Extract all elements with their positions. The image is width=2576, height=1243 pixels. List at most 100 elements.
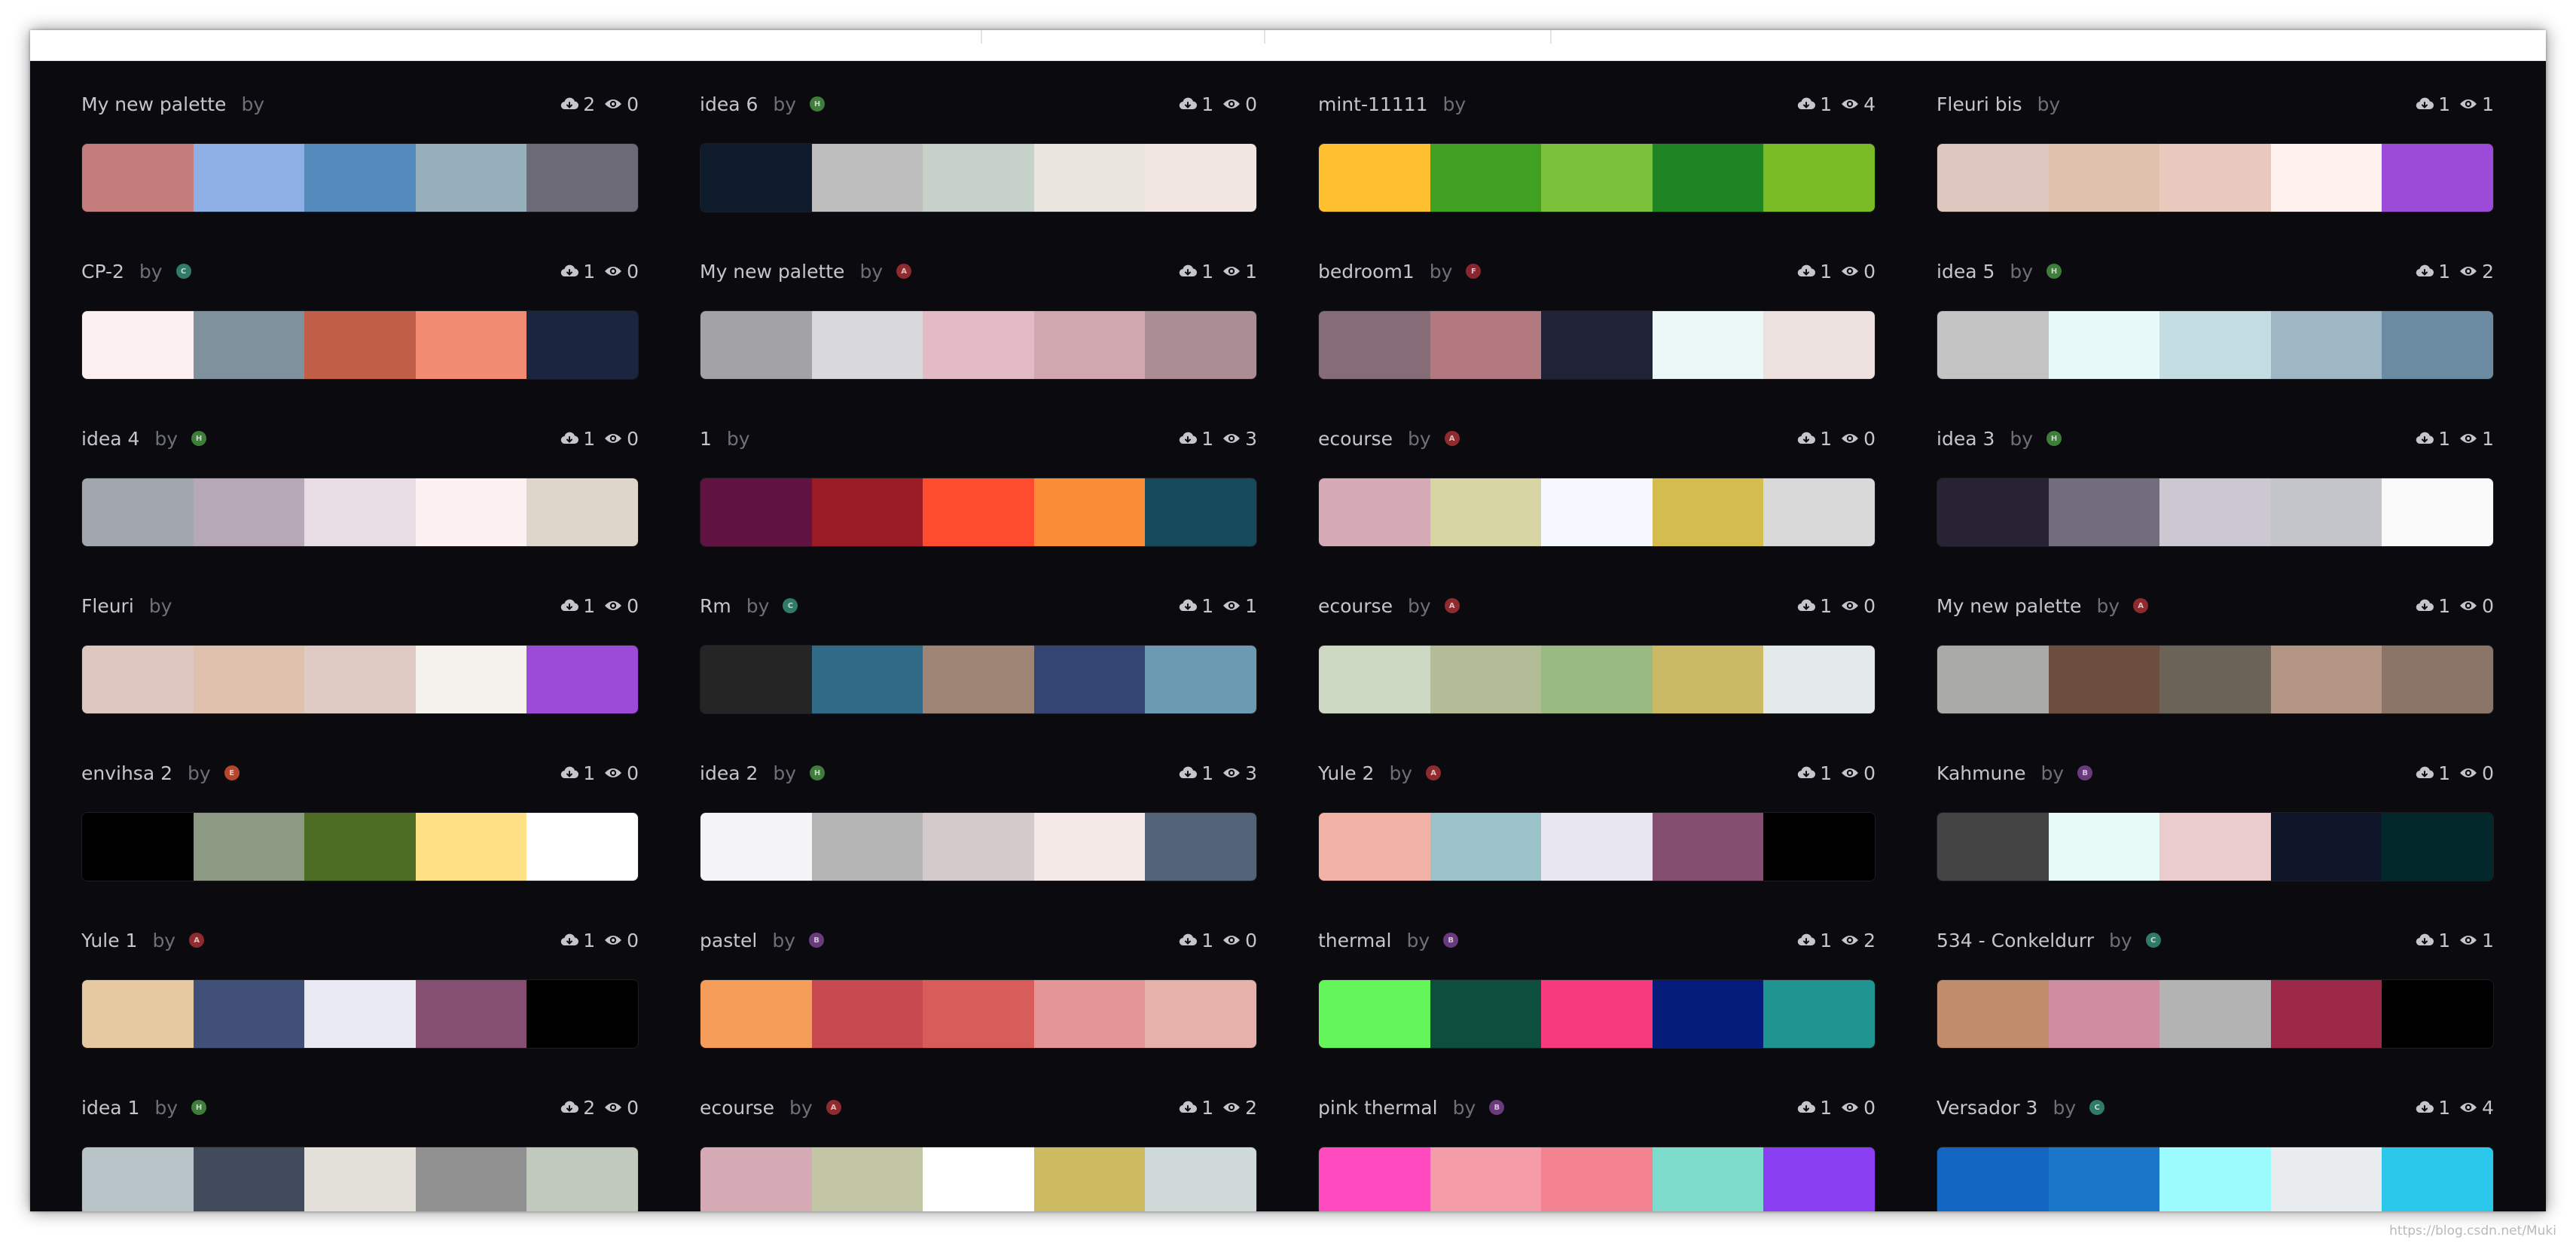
palette-name[interactable]: Rm xyxy=(700,595,731,617)
color-swatch[interactable] xyxy=(2382,813,2493,881)
color-swatch[interactable] xyxy=(923,144,1034,212)
color-swatch[interactable] xyxy=(1033,311,1146,379)
color-swatch[interactable] xyxy=(415,311,527,379)
color-swatch[interactable] xyxy=(1319,813,1430,881)
color-swatch[interactable] xyxy=(193,478,305,546)
color-swatch[interactable] xyxy=(811,813,923,881)
color-swatch[interactable] xyxy=(923,1147,1034,1211)
color-swatch[interactable] xyxy=(1652,646,1764,713)
palette-swatches[interactable] xyxy=(81,979,639,1049)
color-swatch[interactable] xyxy=(2048,144,2160,212)
author-avatar[interactable]: A xyxy=(2133,598,2149,613)
color-swatch[interactable] xyxy=(2159,980,2271,1048)
color-swatch[interactable] xyxy=(2270,980,2382,1048)
color-swatch[interactable] xyxy=(1033,813,1146,881)
color-swatch[interactable] xyxy=(2382,980,2493,1048)
color-swatch[interactable] xyxy=(1033,144,1146,212)
palette-card[interactable]: 534 - Conkeldurr by C 1 1 xyxy=(1937,927,2494,1094)
color-swatch[interactable] xyxy=(700,813,812,881)
color-swatch[interactable] xyxy=(2382,311,2493,379)
color-swatch[interactable] xyxy=(304,646,416,713)
color-swatch[interactable] xyxy=(1319,980,1430,1048)
color-swatch[interactable] xyxy=(1937,813,2049,881)
palette-name[interactable]: 1 xyxy=(700,428,712,450)
color-swatch[interactable] xyxy=(1145,1147,1256,1211)
color-swatch[interactable] xyxy=(2270,478,2382,546)
color-swatch[interactable] xyxy=(2382,478,2493,546)
color-swatch[interactable] xyxy=(1033,1147,1146,1211)
author-avatar[interactable]: B xyxy=(2077,765,2093,780)
palette-card[interactable]: My new palette by A 1 xyxy=(700,258,1257,425)
palette-card[interactable]: My new palette by 2 0 xyxy=(81,90,639,258)
color-swatch[interactable] xyxy=(526,1147,638,1211)
palette-swatches[interactable] xyxy=(1318,310,1876,380)
palette-name[interactable]: Yule 1 xyxy=(81,930,137,951)
author-avatar[interactable]: A xyxy=(826,1100,841,1115)
palette-swatches[interactable] xyxy=(1937,310,2494,380)
color-swatch[interactable] xyxy=(526,980,638,1048)
color-swatch[interactable] xyxy=(811,311,923,379)
color-swatch[interactable] xyxy=(193,813,305,881)
color-swatch[interactable] xyxy=(2159,1147,2271,1211)
color-swatch[interactable] xyxy=(193,646,305,713)
color-swatch[interactable] xyxy=(1541,646,1653,713)
palette-swatches[interactable] xyxy=(1937,979,2494,1049)
palette-swatches[interactable] xyxy=(81,1147,639,1211)
color-swatch[interactable] xyxy=(1145,144,1256,212)
author-avatar[interactable]: A xyxy=(1444,431,1460,446)
color-swatch[interactable] xyxy=(923,980,1034,1048)
palette-card[interactable]: ecourse by A 1 0 xyxy=(1318,425,1876,592)
color-swatch[interactable] xyxy=(415,813,527,881)
color-swatch[interactable] xyxy=(82,311,194,379)
color-swatch[interactable] xyxy=(811,478,923,546)
color-swatch[interactable] xyxy=(1319,478,1430,546)
palette-card[interactable]: 1 by 1 3 xyxy=(700,425,1257,592)
color-swatch[interactable] xyxy=(1763,980,1875,1048)
color-swatch[interactable] xyxy=(811,980,923,1048)
palette-swatches[interactable] xyxy=(81,310,639,380)
color-swatch[interactable] xyxy=(1145,478,1256,546)
color-swatch[interactable] xyxy=(193,144,305,212)
palette-card[interactable]: bedroom1 by F 1 0 xyxy=(1318,258,1876,425)
color-swatch[interactable] xyxy=(1430,144,1542,212)
color-swatch[interactable] xyxy=(2048,311,2160,379)
palette-name[interactable]: idea 1 xyxy=(81,1097,139,1119)
color-swatch[interactable] xyxy=(1937,311,2049,379)
color-swatch[interactable] xyxy=(415,478,527,546)
color-swatch[interactable] xyxy=(1541,1147,1653,1211)
palette-swatches[interactable] xyxy=(1318,1147,1876,1211)
color-swatch[interactable] xyxy=(923,311,1034,379)
palette-card[interactable]: Fleuri bis by 1 1 xyxy=(1937,90,2494,258)
palette-name[interactable]: 534 - Conkeldurr xyxy=(1937,930,2094,951)
author-avatar[interactable]: H xyxy=(191,1100,207,1115)
palette-swatches[interactable] xyxy=(1937,645,2494,714)
color-swatch[interactable] xyxy=(700,311,812,379)
color-swatch[interactable] xyxy=(1541,144,1653,212)
color-swatch[interactable] xyxy=(1319,144,1430,212)
color-swatch[interactable] xyxy=(415,980,527,1048)
color-swatch[interactable] xyxy=(193,311,305,379)
color-swatch[interactable] xyxy=(700,144,812,212)
color-swatch[interactable] xyxy=(923,646,1034,713)
palette-name[interactable]: My new palette xyxy=(700,261,844,282)
color-swatch[interactable] xyxy=(1763,813,1875,881)
color-swatch[interactable] xyxy=(700,478,812,546)
palette-swatches[interactable] xyxy=(81,478,639,547)
color-swatch[interactable] xyxy=(2270,144,2382,212)
palette-swatches[interactable] xyxy=(1937,478,2494,547)
palette-name[interactable]: Kahmune xyxy=(1937,762,2026,784)
color-swatch[interactable] xyxy=(1430,311,1542,379)
color-swatch[interactable] xyxy=(700,1147,812,1211)
author-avatar[interactable]: H xyxy=(810,765,826,780)
palette-swatches[interactable] xyxy=(700,812,1257,881)
palette-swatches[interactable] xyxy=(1318,143,1876,212)
author-avatar[interactable]: A xyxy=(896,264,912,279)
color-swatch[interactable] xyxy=(526,311,638,379)
palette-card[interactable]: envihsa 2 by E 1 0 xyxy=(81,759,639,927)
palette-card[interactable]: idea 4 by H 1 0 xyxy=(81,425,639,592)
palette-card[interactable]: Yule 2 by A 1 0 xyxy=(1318,759,1876,927)
color-swatch[interactable] xyxy=(2382,646,2493,713)
palette-name[interactable]: My new palette xyxy=(1937,595,2081,617)
palette-name[interactable]: ecourse xyxy=(1318,595,1393,617)
palette-name[interactable]: idea 3 xyxy=(1937,428,1995,450)
